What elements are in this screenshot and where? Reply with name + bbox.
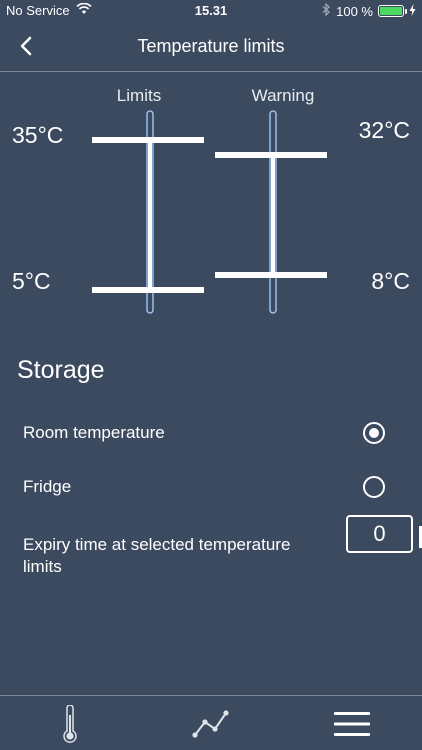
limits-low-handle[interactable]: [92, 287, 204, 293]
option-room-temperature[interactable]: Room temperature: [0, 413, 422, 453]
option-fridge[interactable]: Fridge: [0, 467, 422, 507]
tab-menu[interactable]: [312, 696, 392, 750]
status-bar: No Service 15.31 100 %: [0, 0, 422, 22]
bluetooth-icon: [322, 2, 331, 19]
option-label: Fridge: [23, 477, 72, 496]
option-label: Room temperature: [23, 423, 165, 442]
charging-icon: [409, 3, 416, 19]
page-title: Temperature limits: [137, 36, 285, 56]
temperature-gauges: [92, 110, 327, 314]
thermometer-icon: [63, 704, 77, 743]
chart-line-icon: [192, 709, 229, 738]
screen: No Service 15.31 100 % Temperature limit…: [0, 0, 422, 750]
battery-icon: [378, 5, 407, 17]
limits-range-bar: [148, 140, 152, 290]
storage-title: Storage: [17, 356, 105, 384]
tab-bar: [0, 695, 422, 750]
menu-icon: [334, 711, 370, 736]
expiry-input[interactable]: [346, 515, 413, 553]
battery-percent: 100 %: [336, 3, 373, 19]
warning-range-bar: [271, 155, 275, 275]
nav-bar: Temperature limits: [0, 22, 422, 72]
tab-temperature[interactable]: [30, 696, 110, 750]
warning-low-handle[interactable]: [215, 272, 327, 278]
expiry-label: Expiry time at selected temperature limi…: [23, 535, 291, 576]
limits-high-handle[interactable]: [92, 137, 204, 143]
fridge-radio[interactable]: [363, 476, 385, 498]
warning-high-handle[interactable]: [215, 152, 327, 158]
status-right: 100 %: [322, 2, 416, 19]
room-temperature-radio[interactable]: [363, 422, 385, 444]
tab-chart[interactable]: [171, 696, 251, 750]
